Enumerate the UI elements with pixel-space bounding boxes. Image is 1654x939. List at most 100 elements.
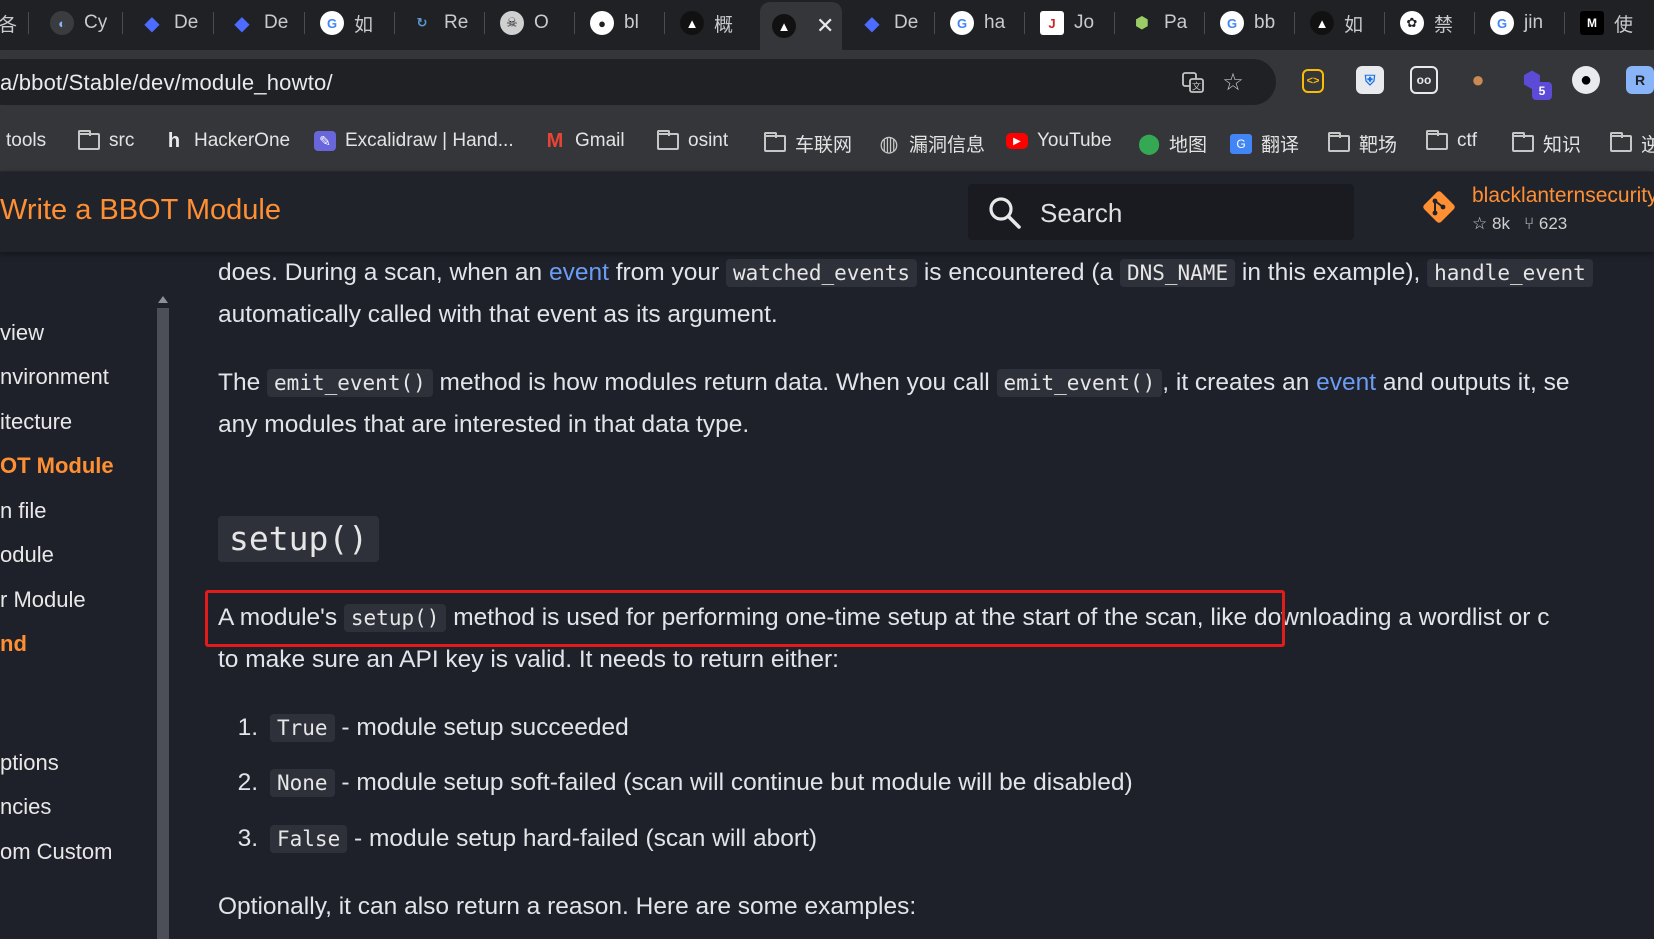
penguin-icon: ▲ (1310, 11, 1334, 35)
inline-code: setup() (343, 604, 447, 632)
browser-tab[interactable]: 各 (0, 0, 26, 46)
maps-icon: ⬤ (1137, 133, 1161, 155)
browser-tab[interactable]: ↻ Re (398, 0, 484, 46)
extension-glasses-icon[interactable]: oo (1410, 66, 1438, 94)
extension-ext1-icon[interactable]: <> (1302, 69, 1324, 93)
nav-item[interactable]: view (0, 320, 44, 346)
bookmark-folder-iov[interactable]: 车联网 (764, 130, 852, 157)
cube-icon: ⬢ (1135, 15, 1149, 32)
google-icon: G (1490, 11, 1514, 35)
tab-separator (304, 12, 305, 34)
browser-tab-active[interactable]: ▲ ✕ (760, 2, 842, 50)
url-text[interactable]: a/bbot/Stable/dev/module_howto/ (0, 70, 333, 96)
browser-tab[interactable]: G 如 (308, 0, 394, 46)
bookmark-maps[interactable]: ⬤ 地图 (1138, 130, 1207, 157)
inline-code: False (270, 825, 348, 853)
google-icon: G (950, 11, 974, 35)
browser-tab[interactable]: ◆ De (848, 0, 934, 46)
folder-icon (78, 129, 100, 151)
tab-separator (1114, 12, 1115, 34)
extension-circle-icon[interactable]: ● (1572, 66, 1600, 94)
nav-item[interactable]: itecture (0, 409, 72, 435)
scroll-up-arrow-icon[interactable] (158, 296, 168, 303)
doc-content: does. During a scan, when an event from … (218, 252, 1654, 939)
paragraph-line: automatically called with that event as … (218, 301, 778, 328)
browser-tab[interactable]: ☠ O (488, 0, 574, 46)
tab-separator (1294, 12, 1295, 34)
browser-tab[interactable]: ● bl (578, 0, 664, 46)
tab-separator (934, 12, 935, 34)
git-icon (1420, 188, 1458, 231)
bookmark-translate[interactable]: G 翻译 (1230, 130, 1299, 157)
browser-tab[interactable]: M 使 (1568, 0, 1654, 46)
left-navigation: view nvironment itecture OT Module n fil… (0, 252, 175, 939)
nav-scrollbar-thumb[interactable] (157, 308, 169, 939)
event-link[interactable]: event (1316, 369, 1376, 396)
paragraph-handle-event: does. During a scan, when an event from … (218, 252, 1593, 294)
nav-item-active[interactable]: OT Module (0, 453, 114, 479)
inline-code: DNS_NAME (1119, 259, 1236, 287)
tab-separator (394, 12, 395, 34)
address-bar[interactable]: a/bbot/Stable/dev/module_howto/ 文 ☆ (0, 59, 1276, 105)
nav-item[interactable]: nvironment (0, 364, 109, 390)
bookmark-gmail[interactable]: M Gmail (544, 130, 625, 152)
google-icon: G (1220, 11, 1244, 35)
nav-item[interactable]: ptions (0, 750, 59, 776)
extension-r-icon[interactable]: R (1626, 66, 1654, 94)
paragraph-line: to make sure an API key is valid. It nee… (218, 646, 839, 673)
folder-icon (764, 132, 786, 154)
browser-tab[interactable]: G bb (1208, 0, 1294, 46)
nav-item[interactable]: odule (0, 542, 54, 568)
doc-icon: J (1040, 11, 1064, 35)
browser-tab[interactable]: ◐ Cy (38, 0, 124, 46)
browser-tab[interactable]: J Jo (1028, 0, 1114, 46)
paragraph-setup: A module's setup() method is used for pe… (218, 604, 1550, 632)
nav-item[interactable]: ncies (0, 794, 51, 820)
tab-strip: 各 ◐ Cy ◆ De ◆ De G 如 ↻ Re ☠ O ● bl ▲ 概 ▲… (0, 0, 1654, 50)
nav-item[interactable]: om Custom (0, 839, 112, 865)
section-heading-setup: setup() (218, 516, 380, 562)
bookmark-folder-src[interactable]: src (78, 129, 134, 152)
nav-item-active[interactable]: nd (0, 631, 27, 657)
bookmark-excalidraw[interactable]: ✎ Excalidraw | Hand... (314, 130, 514, 152)
repo-forks: ⑂ 623 (1523, 214, 1568, 233)
list-item: 2. None - module setup soft-failed (scan … (237, 769, 1133, 797)
bookmark-youtube[interactable]: ▶ YouTube (1006, 130, 1112, 152)
browser-tab[interactable]: ▲ 如 (1298, 0, 1384, 46)
nav-item[interactable]: r Module (0, 587, 86, 613)
search-input[interactable]: Search (968, 184, 1354, 240)
browser-tab[interactable]: ⬢ Pa (1118, 0, 1204, 46)
bookmark-hackerone[interactable]: h HackerOne (163, 130, 290, 152)
browser-tab[interactable]: ◆ De (218, 0, 304, 46)
extension-cookie-icon[interactable]: ● (1464, 66, 1492, 94)
event-link[interactable]: event (549, 259, 609, 286)
inline-code: True (270, 714, 335, 742)
bookmark-star-icon[interactable]: ☆ (1220, 69, 1246, 96)
bookmark-vuln-info[interactable]: ◍ 漏洞信息 (878, 130, 985, 157)
paragraph-emit-event: The emit_event() method is how modules r… (218, 369, 1570, 397)
folder-icon (1610, 132, 1632, 154)
bookmark-folder-tools[interactable]: tools (6, 130, 46, 152)
folder-icon (1426, 129, 1448, 151)
extension-bitwarden-icon[interactable]: ⛨ (1356, 66, 1384, 94)
list-item: 3. False - module setup hard-failed (scan… (237, 825, 818, 853)
browser-tab[interactable]: G ha (938, 0, 1024, 46)
nav-item[interactable]: n file (0, 498, 46, 524)
tab-separator (1474, 12, 1475, 34)
browser-tab[interactable]: G jin (1478, 0, 1564, 46)
repo-name: blacklanternsecurity (1472, 184, 1654, 207)
browser-tab[interactable]: ▲ 概 (668, 0, 754, 46)
bookmark-folder-range[interactable]: 靶场 (1328, 130, 1397, 157)
browser-tab[interactable]: ✿ 禁 (1388, 0, 1474, 46)
bookmark-folder-reverse[interactable]: 逆 (1610, 130, 1654, 157)
browser-tab[interactable]: ◆ De (128, 0, 214, 46)
bookmark-folder-knowledge[interactable]: 知识 (1512, 130, 1581, 157)
bookmark-folder-ctf[interactable]: ctf (1426, 129, 1477, 152)
tab-separator (1024, 12, 1025, 34)
openai-icon: ✿ (1400, 11, 1424, 35)
bookmark-folder-osint[interactable]: osint (657, 129, 728, 152)
refresh-logo-icon: ↻ (416, 15, 428, 30)
translate-page-icon[interactable]: 文 (1180, 69, 1206, 95)
list-item: 1. True - module setup succeeded (237, 714, 629, 742)
close-tab-icon[interactable]: ✕ (816, 13, 834, 39)
